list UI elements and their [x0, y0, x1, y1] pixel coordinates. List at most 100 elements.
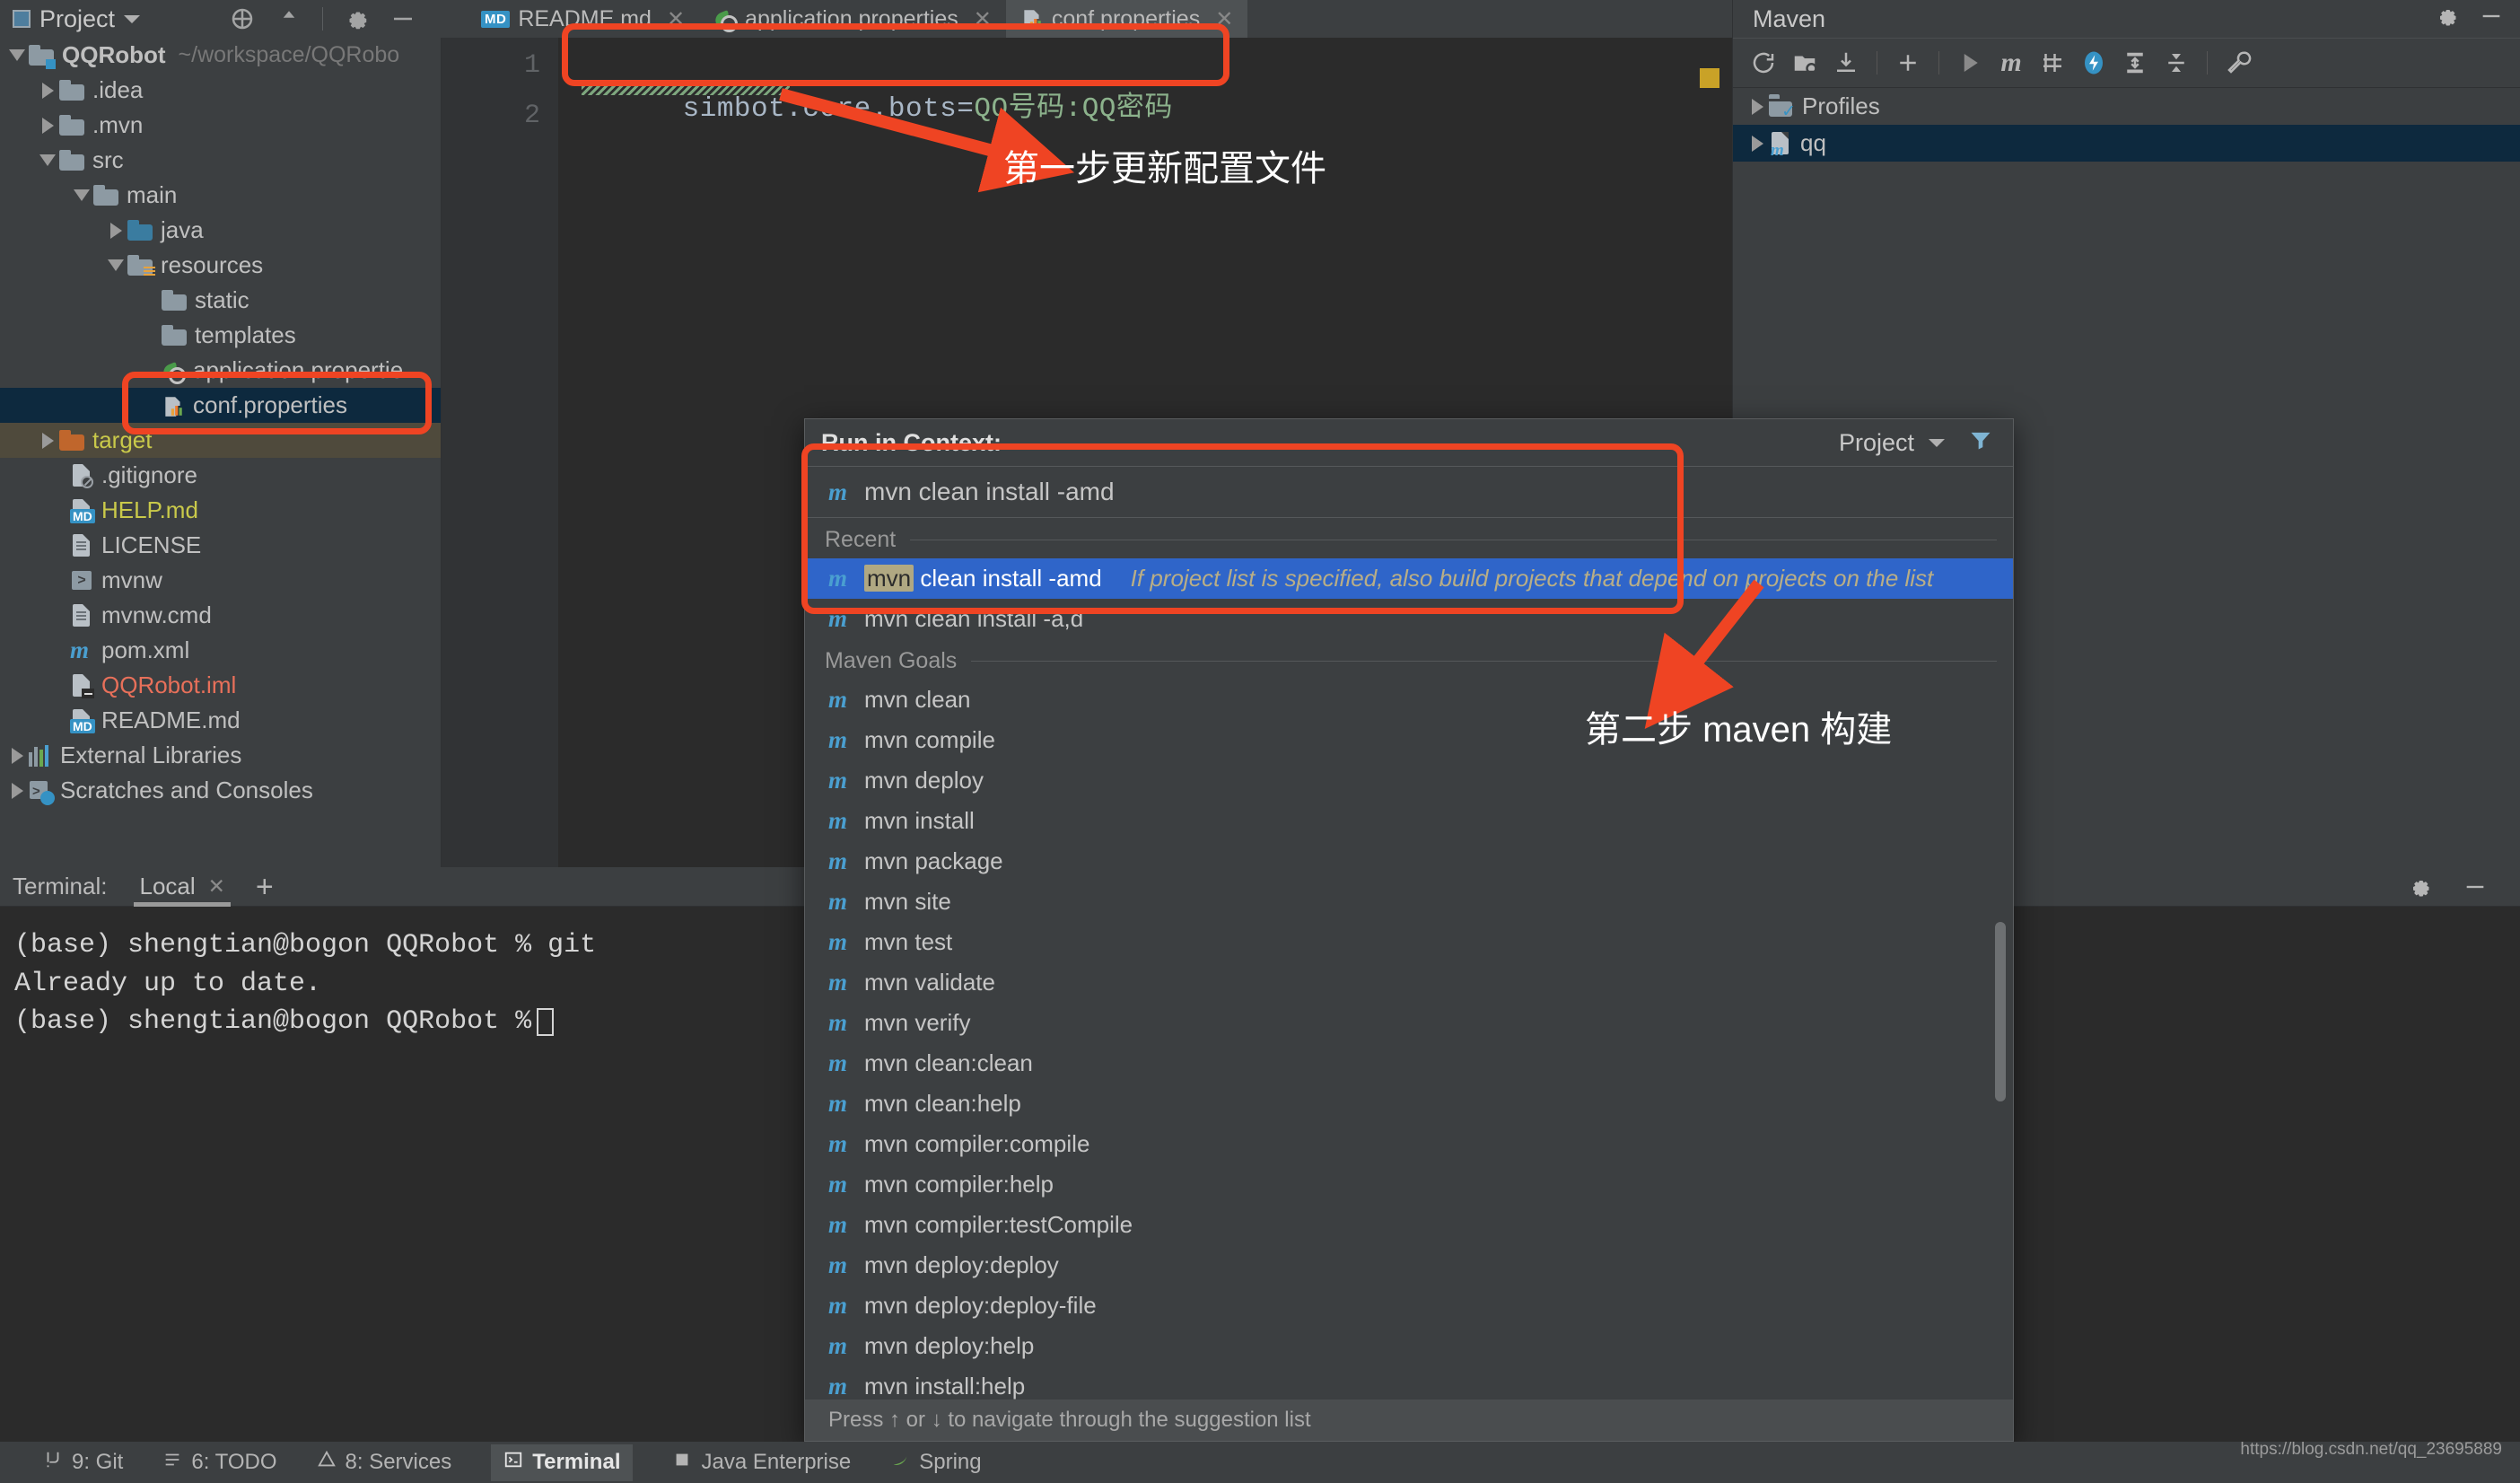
tab-conf-properties[interactable]: conf.properties ✕ — [1005, 0, 1248, 38]
expand-all-icon[interactable] — [2117, 45, 2153, 81]
add-module-icon[interactable] — [1787, 45, 1823, 81]
tree-item-application-properties[interactable]: application.propertie — [0, 353, 441, 388]
status-item-services[interactable]: 8: Services — [317, 1450, 451, 1476]
project-tree[interactable]: QQRobot ~/workspace/QQRobo .idea .mvn sr… — [0, 38, 442, 867]
list-item[interactable]: m mvn test — [805, 922, 2013, 962]
gear-icon[interactable] — [2434, 4, 2459, 35]
close-icon[interactable]: ✕ — [974, 6, 992, 32]
list-item[interactable]: m mvn verify — [805, 1003, 2013, 1043]
tree-item-resources[interactable]: resources — [0, 248, 441, 283]
tree-root-qqrobot[interactable]: QQRobot ~/workspace/QQRobo — [0, 38, 441, 73]
list-item-label: clean install -amd — [914, 565, 1102, 592]
chevron-right-icon[interactable] — [5, 747, 29, 764]
filter-icon[interactable] — [1968, 427, 1993, 459]
chevron-down-icon[interactable] — [124, 14, 141, 23]
status-item-git[interactable]: 9: Git — [43, 1450, 123, 1476]
gear-icon[interactable] — [343, 5, 370, 32]
collapse-all-icon[interactable] — [276, 5, 302, 32]
chevron-right-icon[interactable] — [1746, 135, 1769, 152]
popup-search-input[interactable]: m mvn clean install -amd — [805, 466, 2013, 518]
tree-item-pom-xml[interactable]: m pom.xml — [0, 633, 441, 668]
skip-tests-icon[interactable] — [2034, 45, 2070, 81]
close-icon[interactable]: ✕ — [1215, 6, 1233, 32]
terminal-minimize-icon[interactable] — [2455, 867, 2495, 907]
chevron-right-icon[interactable] — [1746, 98, 1769, 115]
terminal-tab-local[interactable]: Local ✕ — [127, 867, 237, 907]
chevron-right-icon[interactable] — [36, 117, 59, 134]
status-item-spring[interactable]: Spring — [890, 1450, 982, 1476]
tree-item-scratches-and-consoles[interactable]: > Scratches and Consoles — [0, 773, 441, 808]
list-item[interactable]: m mvn validate — [805, 962, 2013, 1003]
tree-item-java[interactable]: java — [0, 213, 441, 248]
minimize-icon[interactable] — [2479, 4, 2504, 35]
maven-tree-item-profiles[interactable]: ✓ Profiles — [1733, 88, 2520, 125]
maven-toolbar[interactable]: m — [1733, 38, 2520, 88]
chevron-down-icon[interactable] — [70, 189, 93, 201]
tree-item-static[interactable]: static — [0, 283, 441, 318]
tree-item-gitignore[interactable]: .gitignore — [0, 458, 441, 493]
download-sources-icon[interactable] — [1828, 45, 1864, 81]
tree-item-mvnw-cmd[interactable]: mvnw.cmd — [0, 598, 441, 633]
tab-readme-md[interactable]: MD README.md ✕ — [467, 0, 699, 38]
settings-wrench-icon[interactable] — [2220, 45, 2256, 81]
tree-item-main[interactable]: main — [0, 178, 441, 213]
list-item[interactable]: m mvn install — [805, 801, 2013, 841]
add-terminal-tab-button[interactable]: + — [256, 872, 274, 902]
tree-item-conf-properties[interactable]: conf.properties — [0, 388, 441, 423]
close-icon[interactable]: ✕ — [667, 6, 685, 32]
popup-recent-list[interactable]: m mvn clean install -amd If project list… — [805, 558, 2013, 639]
maven-tree-item-qq[interactable]: m qq — [1733, 125, 2520, 162]
status-bar[interactable]: 9: Git 6: TODO 8: Services Terminal Java… — [0, 1442, 2520, 1483]
tree-item-readme-md[interactable]: MD README.md — [0, 703, 441, 738]
reload-icon[interactable] — [1746, 45, 1781, 81]
tree-item-templates[interactable]: templates — [0, 318, 441, 353]
add-icon[interactable] — [1890, 45, 1926, 81]
locate-icon[interactable] — [229, 5, 256, 32]
list-item[interactable]: m mvn deploy:deploy-file — [805, 1286, 2013, 1326]
list-item[interactable]: m mvn clean install -a,d — [805, 599, 2013, 639]
list-item[interactable]: m mvn clean:help — [805, 1084, 2013, 1124]
run-in-context-popup[interactable]: Run in Context: Project m mvn clean inst… — [804, 418, 2014, 1480]
status-item-todo[interactable]: 6: TODO — [162, 1450, 277, 1476]
chevron-right-icon[interactable] — [104, 222, 127, 239]
list-item[interactable]: m mvn deploy:deploy — [805, 1245, 2013, 1286]
close-icon[interactable]: ✕ — [208, 874, 225, 899]
tree-item-external-libraries[interactable]: External Libraries — [0, 738, 441, 773]
list-item[interactable]: m mvn compiler:testCompile — [805, 1205, 2013, 1245]
terminal-gear-icon[interactable] — [2400, 867, 2439, 907]
chevron-down-icon[interactable] — [36, 154, 59, 166]
tree-item-license[interactable]: LICENSE — [0, 528, 441, 563]
tree-item-src[interactable]: src — [0, 143, 441, 178]
chevron-right-icon[interactable] — [36, 432, 59, 449]
chevron-down-icon[interactable] — [5, 49, 29, 61]
list-item[interactable]: m mvn site — [805, 882, 2013, 922]
execute-goal-icon[interactable] — [2076, 45, 2112, 81]
run-icon[interactable] — [1952, 45, 1988, 81]
chevron-down-icon[interactable] — [1929, 438, 1945, 447]
tab-application-properties[interactable]: application.properties ✕ — [699, 0, 1006, 38]
status-item-terminal[interactable]: Terminal — [491, 1444, 634, 1481]
list-item[interactable]: m mvn clean install -amd If project list… — [805, 558, 2013, 599]
tree-item-mvn[interactable]: .mvn — [0, 108, 441, 143]
list-item[interactable]: m mvn deploy:help — [805, 1326, 2013, 1366]
popup-scope-label[interactable]: Project — [1839, 429, 1914, 457]
list-item[interactable]: m mvn deploy — [805, 760, 2013, 801]
tree-item-help-md[interactable]: MD HELP.md — [0, 493, 441, 528]
list-item[interactable]: m mvn clean:clean — [805, 1043, 2013, 1084]
tree-item-mvnw[interactable]: > mvnw — [0, 563, 441, 598]
list-item[interactable]: m mvn package — [805, 841, 2013, 882]
popup-scrollbar[interactable] — [1995, 922, 2006, 1101]
chevron-right-icon[interactable] — [36, 82, 59, 99]
list-item[interactable]: m mvn compiler:compile — [805, 1124, 2013, 1164]
tree-item-idea[interactable]: .idea — [0, 73, 441, 108]
collapse-all-icon[interactable] — [2158, 45, 2194, 81]
chevron-down-icon[interactable] — [104, 259, 127, 271]
maven-m-icon[interactable]: m — [1993, 45, 2029, 81]
tree-item-qqrobot-iml[interactable]: QQRobot.iml — [0, 668, 441, 703]
tree-item-target[interactable]: target — [0, 423, 441, 458]
status-item-java-enterprise[interactable]: Java Enterprise — [672, 1450, 851, 1476]
list-item[interactable]: m mvn compiler:help — [805, 1164, 2013, 1205]
chevron-right-icon[interactable] — [5, 782, 29, 799]
minimize-icon[interactable] — [389, 5, 416, 32]
popup-maven-goals-list[interactable]: m mvn clean m mvn compile m mvn deploy m mvn… — [805, 680, 2013, 1483]
